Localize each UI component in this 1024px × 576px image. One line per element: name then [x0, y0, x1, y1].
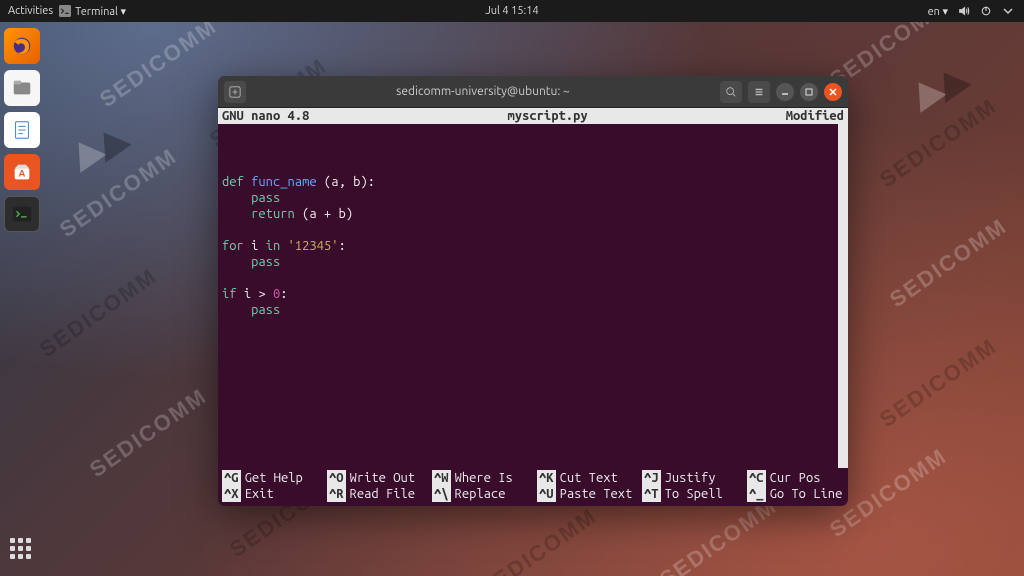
plus-box-icon [229, 86, 241, 98]
minimize-icon [779, 86, 791, 98]
code-line [222, 270, 844, 286]
shortcut-label: Exit [245, 486, 274, 502]
current-app-label: Terminal ▾ [75, 5, 126, 18]
shortcut-label: Justify [665, 470, 716, 486]
current-app-menu[interactable]: Terminal ▾ [59, 5, 126, 18]
firefox-icon [11, 35, 33, 57]
code-line: pass [222, 190, 844, 206]
nano-editor[interactable]: GNU nano 4.8 myscript.py Modified def fu… [218, 108, 848, 506]
hamburger-menu-button[interactable] [748, 81, 770, 103]
search-icon [725, 86, 737, 98]
nano-shortcut: ^RRead File [327, 486, 424, 502]
shortcut-key: ^R [327, 486, 346, 502]
hamburger-icon [753, 86, 765, 98]
code-line: pass [222, 302, 844, 318]
nano-shortcut: ^UPaste Text [537, 486, 634, 502]
nano-filename: myscript.py [309, 108, 785, 124]
nano-shortcut: ^_Go To Line [747, 486, 844, 502]
code-line: def func_name (a, b): [222, 174, 844, 190]
nano-shortcut: ^KCut Text [537, 470, 634, 486]
terminal-app-icon [11, 203, 33, 225]
shortcut-key: ^C [747, 470, 766, 486]
files-icon [11, 77, 33, 99]
nano-shortcut-bar: ^GGet Help ^OWrite Out ^WWhere Is ^KCut Tex… [218, 468, 848, 506]
shortcut-label: Replace [455, 486, 506, 502]
gnome-topbar: Activities Terminal ▾ Jul 4 15:14 en ▾ [0, 0, 1024, 22]
shortcut-label: Cur Pos [770, 470, 821, 486]
nano-shortcut: ^WWhere Is [432, 470, 529, 486]
dock-software[interactable]: A [4, 154, 40, 190]
nano-right-margin [838, 124, 848, 468]
shortcut-label: Cut Text [560, 470, 618, 486]
show-applications-button[interactable] [10, 538, 38, 566]
shortcut-key: ^U [537, 486, 556, 502]
shortcut-label: To Spell [665, 486, 723, 502]
wallpaper-brand-text: SEDICOMM [95, 13, 222, 113]
chevron-down-icon[interactable] [1002, 5, 1014, 17]
shortcut-key: ^J [642, 470, 661, 486]
dock-document[interactable] [4, 112, 40, 148]
shortcut-label: Read File [350, 486, 416, 502]
shortcut-key: ^G [222, 470, 241, 486]
svg-text:A: A [19, 168, 26, 179]
nano-version: GNU nano 4.8 [222, 108, 309, 124]
close-icon [827, 86, 839, 98]
shortcut-key: ^K [537, 470, 556, 486]
code-line: for i in '12345': [222, 238, 844, 254]
code-line [222, 222, 844, 238]
shortcut-key: ^\ [432, 486, 451, 502]
search-button[interactable] [720, 81, 742, 103]
terminal-window: sedicomm-university@ubuntu: ~ GNU nano 4… [218, 76, 848, 506]
maximize-icon [803, 86, 815, 98]
dock-files[interactable] [4, 70, 40, 106]
new-tab-button[interactable] [224, 81, 246, 103]
shortcut-key: ^T [642, 486, 661, 502]
activities-button[interactable]: Activities [8, 5, 53, 17]
nano-header: GNU nano 4.8 myscript.py Modified [218, 108, 848, 124]
shortcut-label: Paste Text [560, 486, 633, 502]
code-line: if i > 0: [222, 286, 844, 302]
shortcut-label: Write Out [350, 470, 416, 486]
dock-firefox[interactable] [4, 28, 40, 64]
dock-terminal[interactable] [4, 196, 40, 232]
document-icon [11, 119, 33, 141]
shortcut-label: Where Is [455, 470, 513, 486]
nano-shortcut: ^OWrite Out [327, 470, 424, 486]
close-button[interactable] [824, 83, 842, 101]
nano-shortcut: ^JJustify [642, 470, 739, 486]
clock[interactable]: Jul 4 15:14 [485, 5, 538, 17]
shortcut-label: Go To Line [770, 486, 843, 502]
volume-icon[interactable] [958, 5, 970, 17]
minimize-button[interactable] [776, 83, 794, 101]
nano-shortcut: ^TTo Spell [642, 486, 739, 502]
maximize-button[interactable] [800, 83, 818, 101]
power-icon[interactable] [980, 5, 992, 17]
shortcut-label: Get Help [245, 470, 303, 486]
shortcut-key: ^_ [747, 486, 766, 502]
shortcut-key: ^W [432, 470, 451, 486]
terminal-title: sedicomm-university@ubuntu: ~ [252, 85, 714, 98]
nano-shortcut: ^\Replace [432, 486, 529, 502]
shortcut-key: ^O [327, 470, 346, 486]
code-line: return (a + b) [222, 206, 844, 222]
nano-code-area[interactable]: def func_name (a, b): pass return (a + b… [218, 124, 848, 468]
nano-shortcut: ^GGet Help [222, 470, 319, 486]
nano-status: Modified [786, 108, 844, 124]
shortcut-key: ^X [222, 486, 241, 502]
input-language-indicator[interactable]: en ▾ [928, 5, 948, 18]
nano-shortcut: ^XExit [222, 486, 319, 502]
dock: A [4, 28, 48, 232]
code-line: pass [222, 254, 844, 270]
terminal-icon [59, 5, 71, 17]
nano-shortcut: ^CCur Pos [747, 470, 844, 486]
software-icon: A [11, 161, 33, 183]
terminal-titlebar[interactable]: sedicomm-university@ubuntu: ~ [218, 76, 848, 108]
